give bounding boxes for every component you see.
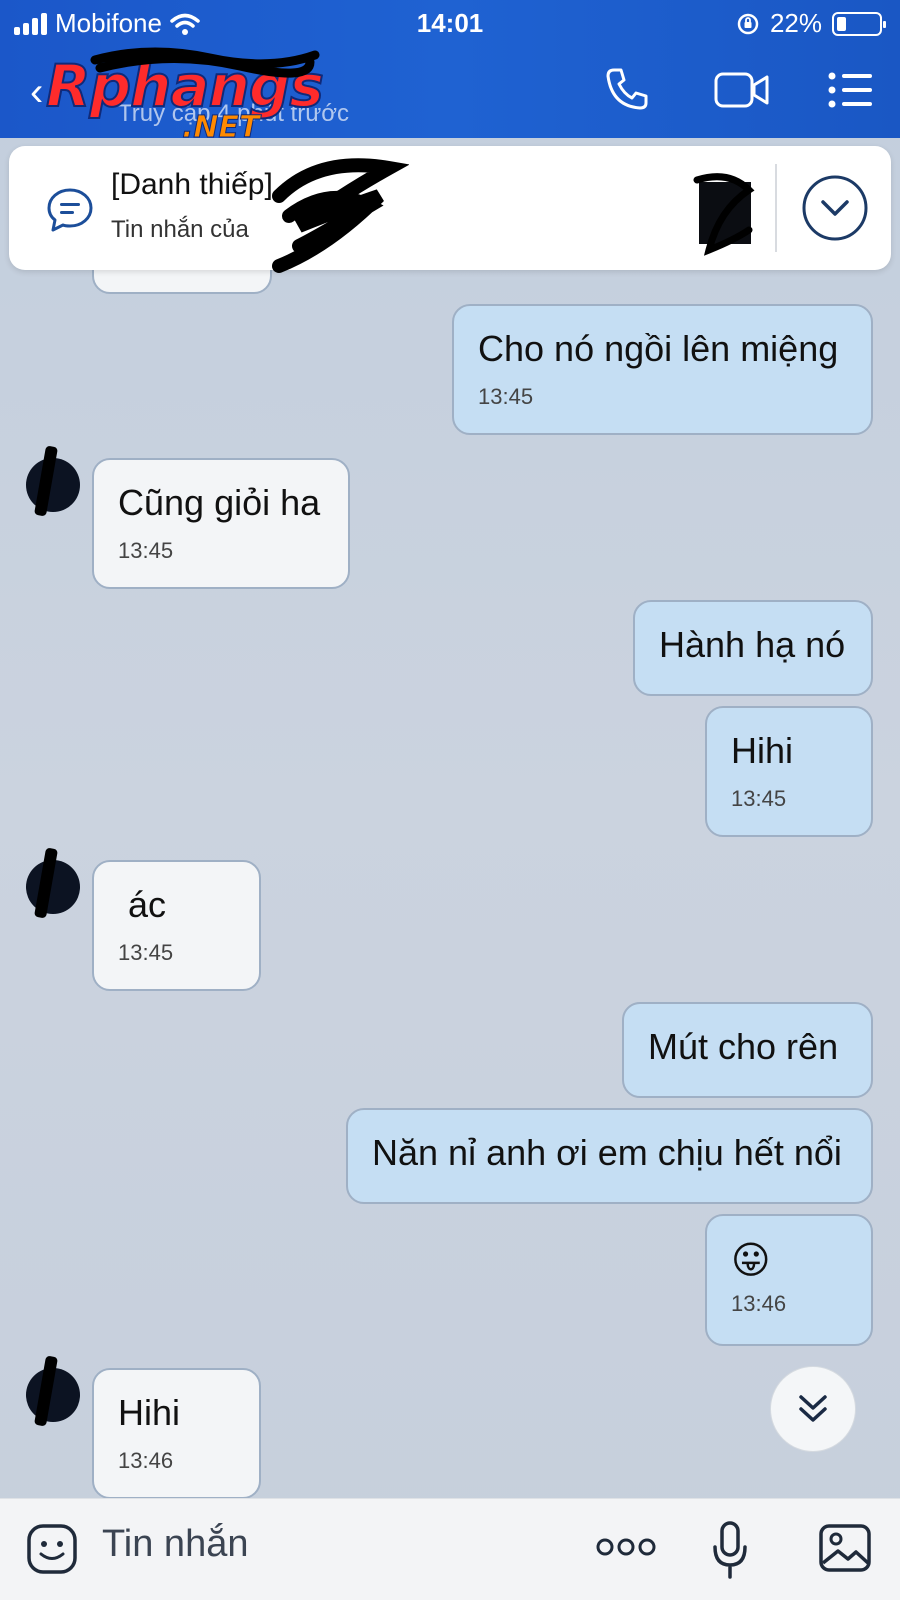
message-bubble-outgoing[interactable]: Hành hạ nó bbox=[633, 600, 873, 696]
pinned-subtitle: Tin nhắn của bbox=[111, 216, 249, 243]
video-call-icon[interactable] bbox=[714, 70, 770, 110]
phone-icon[interactable] bbox=[604, 66, 650, 112]
message-bubble-incoming[interactable]: Cũng giỏi ha 13:45 bbox=[92, 458, 350, 589]
emoji-icon[interactable] bbox=[26, 1523, 78, 1575]
pinned-message-banner[interactable]: [Danh thiếp] Tin nhắn của bbox=[9, 146, 891, 273]
menu-icon[interactable] bbox=[828, 72, 874, 108]
message-time: 13:45 bbox=[118, 538, 174, 563]
message-bubble-outgoing[interactable]: Hihi 13:45 bbox=[705, 706, 873, 837]
redaction-scribble bbox=[693, 173, 755, 256]
message-text: Hihi bbox=[118, 1392, 181, 1433]
message-bubble-outgoing[interactable]: 😛 13:46 bbox=[705, 1214, 873, 1346]
message-time: 13:45 bbox=[731, 786, 787, 811]
message-bubble-incoming[interactable]: Hihi 13:46 bbox=[92, 1368, 261, 1499]
message-bubble-outgoing[interactable]: Mút cho rên bbox=[622, 1002, 873, 1098]
chat-bubble-icon bbox=[47, 188, 93, 232]
chevron-down-icon[interactable] bbox=[801, 174, 869, 242]
message-text: 😛 bbox=[731, 1240, 771, 1282]
more-icon[interactable] bbox=[596, 1537, 656, 1557]
orientation-lock-icon bbox=[737, 13, 759, 34]
scroll-to-bottom-button[interactable] bbox=[770, 1366, 856, 1452]
redaction-scribble bbox=[272, 158, 409, 273]
message-time: 13:46 bbox=[731, 1291, 787, 1316]
avatar[interactable] bbox=[26, 847, 80, 919]
chat-header: Mobifone 14:01 22% ‹ Truy cập 4 phút trư… bbox=[0, 0, 900, 146]
message-text: Cũng giỏi ha bbox=[118, 482, 321, 523]
image-icon[interactable] bbox=[818, 1523, 872, 1573]
avatar[interactable] bbox=[26, 445, 80, 517]
logo-suffix-text: .NET bbox=[181, 110, 260, 146]
microphone-icon[interactable] bbox=[712, 1521, 748, 1579]
message-text: Hành hạ nó bbox=[659, 624, 846, 665]
message-text: Mút cho rên bbox=[648, 1026, 839, 1067]
avatar[interactable] bbox=[26, 1355, 80, 1427]
battery-icon bbox=[832, 11, 886, 36]
message-time: 13:45 bbox=[478, 384, 534, 409]
back-icon[interactable]: ‹ bbox=[30, 70, 43, 115]
message-time: 13:45 bbox=[118, 940, 174, 965]
message-text: Hihi bbox=[731, 730, 794, 771]
message-bubble-outgoing[interactable]: Năn nỉ anh ơi em chịu hết nổi bbox=[346, 1108, 873, 1204]
status-bar-right: 22% bbox=[736, 8, 886, 39]
message-time: 13:46 bbox=[118, 1448, 174, 1473]
double-chevron-down-icon bbox=[799, 1395, 827, 1422]
message-bubble-incoming[interactable]: ác 13:45 bbox=[92, 860, 261, 991]
message-bubble-outgoing[interactable]: Cho nó ngồi lên miệng 13:45 bbox=[452, 304, 873, 435]
message-text: Năn nỉ anh ơi em chịu hết nổi bbox=[372, 1132, 842, 1173]
message-text: ác bbox=[128, 884, 167, 925]
battery-percent: 22% bbox=[769, 8, 822, 38]
pinned-title: [Danh thiếp] bbox=[111, 168, 273, 201]
divider bbox=[775, 164, 777, 252]
redaction-scribble bbox=[90, 47, 320, 78]
message-text: Cho nó ngồi lên miệng bbox=[478, 328, 839, 369]
message-input[interactable]: Tin nhắn bbox=[102, 1523, 248, 1566]
message-composer: Tin nhắn bbox=[0, 1498, 900, 1600]
